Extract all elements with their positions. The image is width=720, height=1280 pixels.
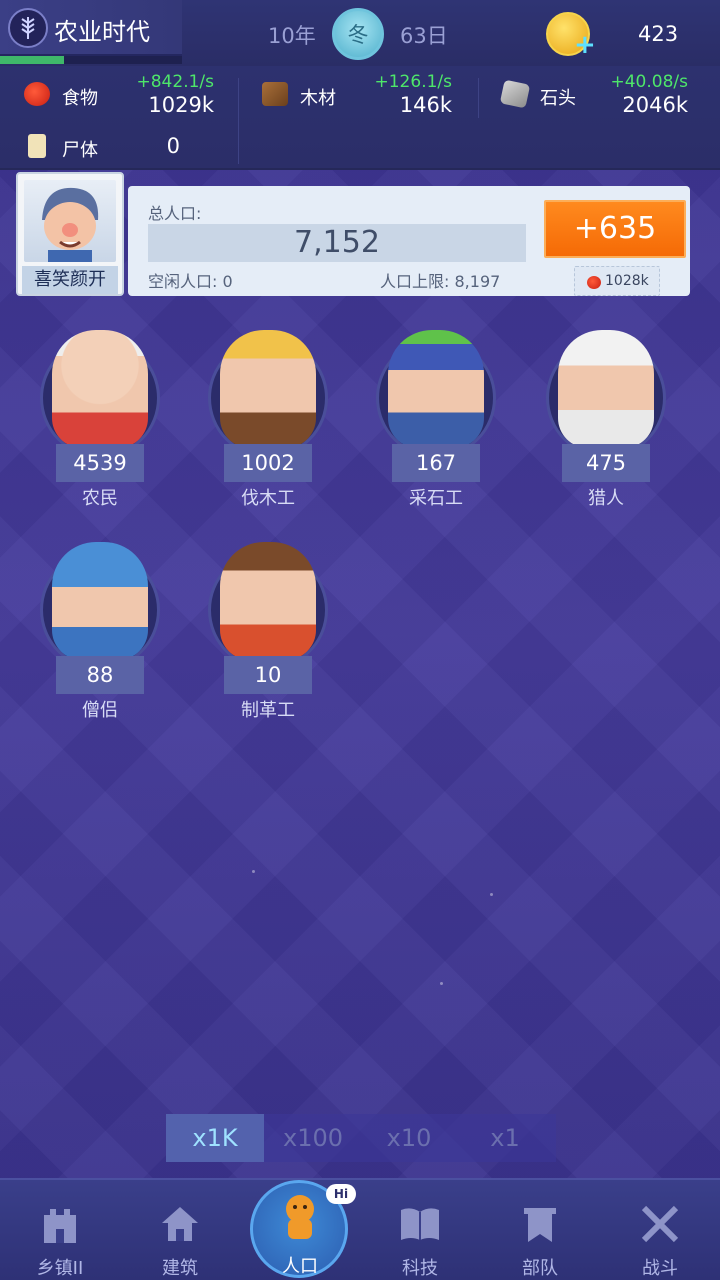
cost-value: 1028k xyxy=(605,273,649,289)
idle-label: 空闲人口: xyxy=(148,272,218,291)
job-label: 僧侣 xyxy=(82,700,118,721)
job-farmer[interactable]: 4539 农民 xyxy=(30,318,170,518)
nav-town[interactable]: 乡镇II xyxy=(0,1180,120,1280)
leader-avatar xyxy=(24,180,116,262)
bottom-nav: 乡镇II 建筑 科技 部队 战斗 xyxy=(0,1178,720,1280)
resource-stone[interactable]: 石头 +40.08/s 2046k xyxy=(499,66,700,118)
top-bar: 农业时代 10年 冬 63日 + 423 xyxy=(0,0,720,66)
resource-amount: 146k xyxy=(399,93,452,117)
resource-amount: 1029k xyxy=(148,93,214,117)
idle-population: 空闲人口: 0 xyxy=(148,268,233,292)
job-count: 1002 xyxy=(224,444,312,482)
era-panel[interactable]: 农业时代 xyxy=(0,0,182,56)
nav-label: 战斗 xyxy=(642,1258,678,1279)
multiplier-x100[interactable]: x100 xyxy=(264,1114,362,1162)
season-badge: 冬 xyxy=(332,8,384,60)
currency-value: 423 xyxy=(638,22,679,46)
nav-buildings[interactable]: 建筑 xyxy=(120,1180,240,1280)
resource-food[interactable]: 食物 +842.1/s 1029k xyxy=(22,66,242,118)
banner-icon xyxy=(518,1202,562,1246)
woodcutter-avatar xyxy=(220,330,316,448)
nav-label: 科技 xyxy=(402,1258,438,1279)
job-count: 4539 xyxy=(56,444,144,482)
era-progress-fill xyxy=(0,56,64,64)
job-count: 475 xyxy=(562,444,650,482)
day-label: 63日 xyxy=(400,24,448,48)
job-label: 农民 xyxy=(82,488,118,509)
add-population-button[interactable]: +635 xyxy=(544,200,686,258)
year-label: 10年 xyxy=(268,24,316,48)
castle-icon xyxy=(38,1202,82,1246)
cap-value: 8,197 xyxy=(454,272,501,291)
population-cap: 人口上限: 8,197 xyxy=(380,268,500,292)
nav-label: 乡镇II xyxy=(36,1258,84,1279)
job-count: 10 xyxy=(224,656,312,694)
corpse-icon xyxy=(28,134,46,158)
job-label: 伐木工 xyxy=(241,488,295,509)
apple-icon xyxy=(24,82,50,106)
nav-label: 人口 xyxy=(282,1256,318,1277)
book-icon xyxy=(398,1202,442,1246)
job-label: 猎人 xyxy=(588,488,624,509)
resource-name: 石头 xyxy=(540,88,576,109)
job-count: 88 xyxy=(56,656,144,694)
era-title: 农业时代 xyxy=(54,18,150,46)
job-tanner[interactable]: 10 制革工 xyxy=(198,530,338,730)
resource-name: 木材 xyxy=(300,88,336,109)
star-dot xyxy=(490,893,493,896)
wheat-icon xyxy=(8,8,48,48)
resource-panel: 食物 +842.1/s 1029k 木材 +126.1/s 146k 石头 +4… xyxy=(0,66,720,170)
multiplier-x1[interactable]: x1 xyxy=(456,1114,554,1162)
multiplier-selector: x1K x100 x10 x1 xyxy=(166,1114,556,1162)
monk-avatar xyxy=(52,542,148,660)
hunter-avatar xyxy=(558,330,654,448)
job-monk[interactable]: 88 僧侣 xyxy=(30,530,170,730)
total-population-value: 7,152 xyxy=(148,224,526,262)
job-hunter[interactable]: 475 猎人 xyxy=(536,318,676,518)
star-dot xyxy=(440,982,443,985)
cap-label: 人口上限: xyxy=(380,272,450,291)
leader-portrait[interactable]: 喜笑颜开 xyxy=(16,172,124,296)
divider xyxy=(478,78,479,118)
apple-icon xyxy=(587,276,601,289)
resource-rate: +842.1/s xyxy=(136,72,215,92)
total-population-label: 总人口: xyxy=(148,204,202,223)
add-currency-icon[interactable]: + xyxy=(574,32,598,58)
house-icon xyxy=(158,1202,202,1246)
wood-icon xyxy=(262,82,288,106)
hi-badge: Hi xyxy=(326,1184,356,1204)
resource-amount: 0 xyxy=(166,134,180,158)
era-progress-bar xyxy=(0,56,182,64)
job-woodcutter[interactable]: 1002 伐木工 xyxy=(198,318,338,518)
multiplier-x10[interactable]: x10 xyxy=(360,1114,458,1162)
stonemason-avatar xyxy=(388,330,484,448)
nav-troops[interactable]: 部队 xyxy=(480,1180,600,1280)
idle-value: 0 xyxy=(222,272,233,291)
nav-battle[interactable]: 战斗 xyxy=(600,1180,720,1280)
resource-rate: +40.08/s xyxy=(610,72,689,92)
population-cost: 1028k xyxy=(574,266,660,296)
person-icon xyxy=(276,1192,324,1244)
job-label: 制革工 xyxy=(241,700,295,721)
nav-tech[interactable]: 科技 xyxy=(360,1180,480,1280)
resource-amount: 2046k xyxy=(622,93,688,117)
star-dot xyxy=(252,870,255,873)
leader-label: 喜笑颜开 xyxy=(22,266,118,294)
tanner-avatar xyxy=(220,542,316,660)
resource-rate: +126.1/s xyxy=(374,72,453,92)
resource-wood[interactable]: 木材 +126.1/s 146k xyxy=(260,66,480,118)
stone-icon xyxy=(499,79,531,109)
crossed-swords-icon xyxy=(638,1202,682,1246)
nav-label: 部队 xyxy=(522,1258,558,1279)
nav-label: 建筑 xyxy=(162,1258,198,1279)
multiplier-x1k[interactable]: x1K xyxy=(166,1114,264,1162)
resource-name: 食物 xyxy=(62,88,98,109)
farmer-avatar xyxy=(52,330,148,448)
resource-corpse[interactable]: 尸体 0 xyxy=(22,118,242,170)
job-stonemason[interactable]: 167 采石工 xyxy=(366,318,506,518)
job-label: 采石工 xyxy=(409,488,463,509)
job-count: 167 xyxy=(392,444,480,482)
